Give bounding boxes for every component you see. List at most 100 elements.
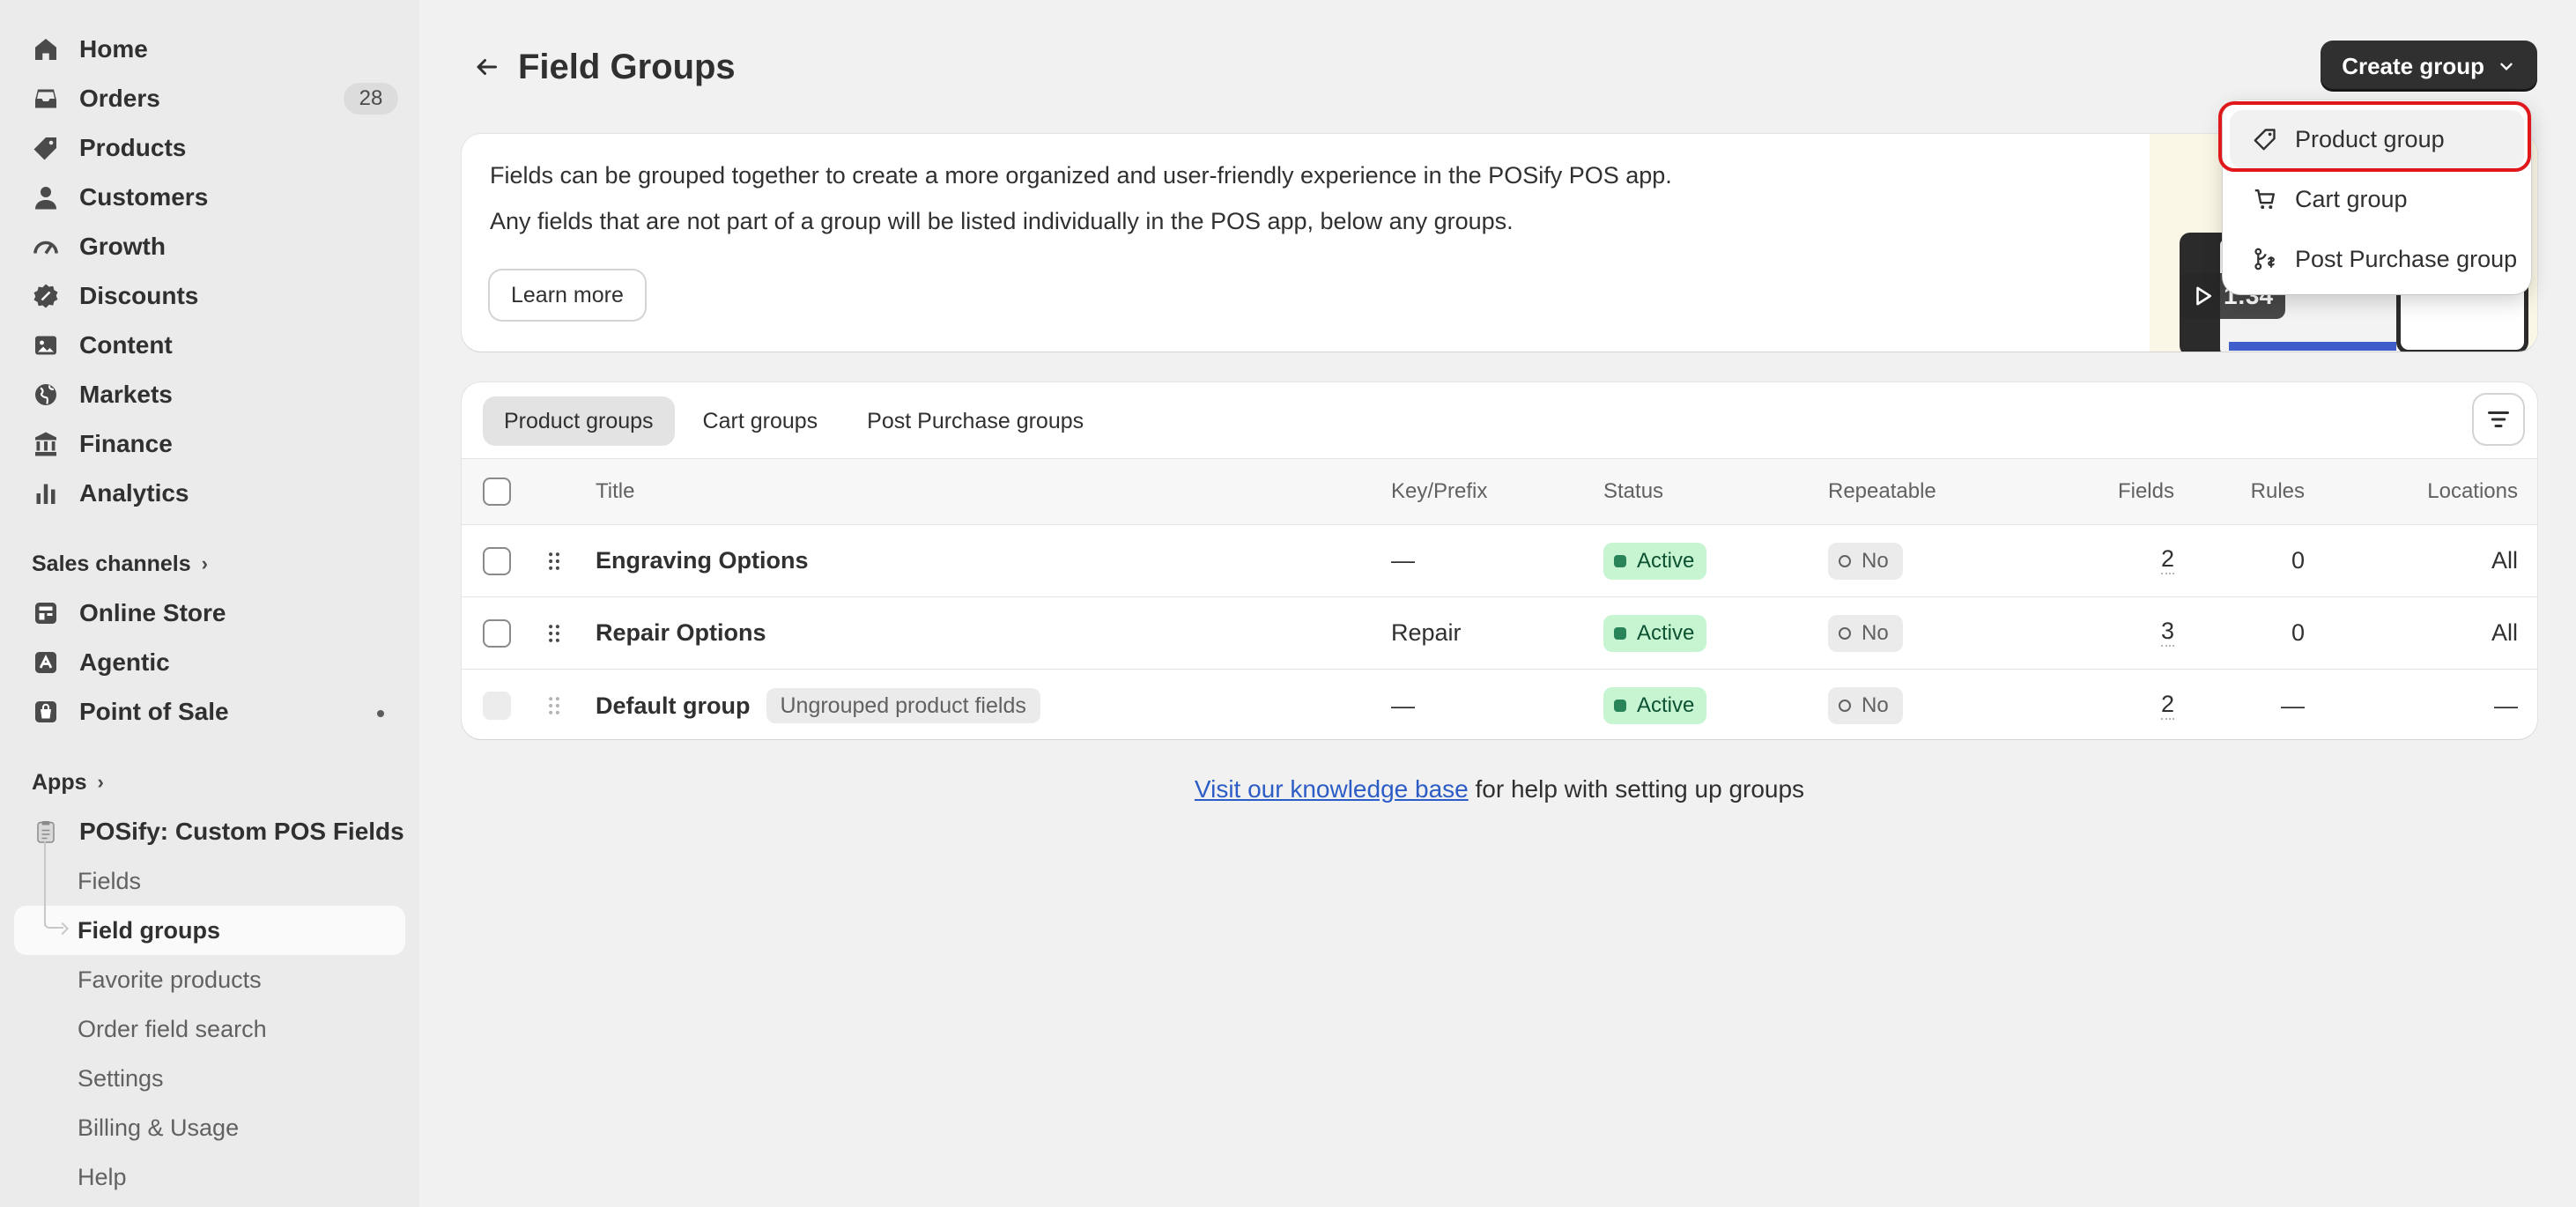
nav-label: Agentic [79, 648, 170, 676]
tab-product-groups[interactable]: Product groups [483, 396, 675, 446]
nav-label: Point of Sale [79, 698, 229, 725]
nav-orders[interactable]: Orders 28 [14, 74, 405, 123]
group-key: — [1391, 692, 1415, 719]
table-header: Title Key/Prefix Status Repeatable Field… [462, 458, 2537, 525]
repeatable-badge: No [1828, 687, 1903, 724]
nav-finance[interactable]: Finance [14, 419, 405, 469]
agentic-icon [32, 648, 60, 677]
group-title[interactable]: Engraving Options [596, 525, 809, 596]
tab-post-purchase-groups[interactable]: Post Purchase groups [846, 396, 1105, 446]
home-icon [32, 35, 60, 63]
drag-handle-icon[interactable] [543, 550, 566, 573]
app-item-fields[interactable]: Fields [14, 856, 405, 906]
drag-handle-icon [543, 694, 566, 717]
channel-agentic[interactable]: Agentic [14, 638, 405, 687]
nav-label: Growth [79, 233, 166, 260]
nav-label: Analytics [79, 479, 189, 507]
nav-growth[interactable]: Growth [14, 222, 405, 271]
chevron-right-icon: › [97, 771, 104, 793]
nav-label: Markets [79, 381, 173, 408]
page-title: Field Groups [518, 47, 736, 86]
nav-content[interactable]: Content [14, 321, 405, 370]
group-title[interactable]: Default group [596, 692, 751, 720]
row-checkbox[interactable] [483, 546, 511, 575]
person-icon [32, 183, 60, 211]
col-repeatable[interactable]: Repeatable [1828, 459, 1936, 524]
screen-bar [2229, 342, 2396, 351]
nav-label: Home [79, 35, 148, 63]
discount-icon [32, 282, 60, 310]
group-key: — [1391, 547, 1415, 574]
locations-value: — [2494, 692, 2518, 719]
groups-table-card: Product groups Cart groups Post Purchase… [462, 382, 2537, 739]
col-locations[interactable]: Locations [2329, 459, 2518, 524]
group-tabs: Product groups Cart groups Post Purchase… [483, 396, 1112, 446]
arrow-left-icon [477, 59, 497, 75]
tree-arrow [44, 916, 63, 929]
nav-markets[interactable]: Markets [14, 370, 405, 419]
status-badge: Active [1603, 687, 1707, 724]
nav-label: Content [79, 331, 173, 359]
channel-point-of-sale[interactable]: Point of Sale [14, 687, 405, 737]
row-checkbox [483, 692, 511, 720]
page-header: Field Groups [462, 39, 736, 95]
nav-customers[interactable]: Customers [14, 173, 405, 222]
nav-products[interactable]: Products [14, 123, 405, 173]
table-row[interactable]: Default group Ungrouped product fields —… [462, 670, 2537, 739]
app-item-billing[interactable]: Billing & Usage [14, 1103, 405, 1152]
locations-value: All [2491, 619, 2518, 646]
menu-item-post-purchase-group[interactable]: Post Purchase group [2230, 230, 2524, 288]
nav-discounts[interactable]: Discounts [14, 271, 405, 321]
nav-label: Orders [79, 85, 160, 112]
fields-count[interactable]: 2 [2160, 692, 2174, 720]
group-key: Repair [1391, 619, 1462, 646]
table-row[interactable]: Repair Options Repair Active No 3 0 All [462, 597, 2537, 670]
locations-value: All [2491, 547, 2518, 574]
group-title[interactable]: Repair Options [596, 597, 766, 669]
store-icon [32, 599, 60, 627]
gauge-icon [32, 233, 60, 261]
app-item-help[interactable]: Help [14, 1152, 405, 1202]
channel-online-store[interactable]: Online Store [14, 589, 405, 638]
select-all-checkbox[interactable] [483, 478, 511, 506]
nav-home[interactable]: Home [14, 25, 405, 74]
menu-item-cart-group[interactable]: Cart group [2230, 170, 2524, 228]
app-item-favorite-products[interactable]: Favorite products [14, 955, 405, 1004]
col-fields[interactable]: Fields [2047, 459, 2174, 524]
status-dot [377, 710, 384, 717]
status-badge: Active [1603, 542, 1707, 580]
inbox-icon [32, 85, 60, 113]
repeatable-badge: No [1828, 542, 1903, 580]
row-checkbox[interactable] [483, 618, 511, 648]
app-posify[interactable]: POSify: Custom POS Fields [14, 807, 405, 856]
status-badge: Active [1603, 614, 1707, 652]
bar-chart-icon [32, 479, 60, 507]
app-item-field-groups[interactable]: Field groups [14, 906, 405, 955]
apps-header[interactable]: Apps › [14, 758, 405, 807]
col-title[interactable]: Title [596, 459, 634, 524]
table-row[interactable]: Engraving Options — Active No 2 0 All [462, 525, 2537, 597]
rules-count: — [2281, 692, 2305, 719]
nav-analytics[interactable]: Analytics [14, 469, 405, 518]
knowledge-base-link[interactable]: Visit our knowledge base [1195, 775, 1469, 803]
app-item-order-field-search[interactable]: Order field search [14, 1004, 405, 1054]
col-status[interactable]: Status [1603, 459, 1663, 524]
ungrouped-tag: Ungrouped product fields [766, 688, 1040, 723]
fields-count[interactable]: 2 [2160, 547, 2174, 574]
sales-channels-header[interactable]: Sales channels › [14, 539, 405, 589]
tab-cart-groups[interactable]: Cart groups [682, 396, 840, 446]
create-group-button[interactable]: Create group [2321, 41, 2537, 92]
back-button[interactable] [462, 42, 511, 92]
col-rules[interactable]: Rules [2188, 459, 2305, 524]
learn-more-button[interactable]: Learn more [490, 270, 645, 320]
play-icon [2196, 286, 2212, 306]
col-key-prefix[interactable]: Key/Prefix [1391, 459, 1487, 524]
info-text-2: Any fields that are not part of a group … [490, 208, 1514, 234]
app-item-settings[interactable]: Settings [14, 1054, 405, 1103]
drag-handle-icon[interactable] [543, 622, 566, 645]
globe-icon [32, 381, 60, 409]
filter-sort-button[interactable] [2474, 395, 2523, 444]
highlight-outline [2218, 101, 2531, 172]
fields-count[interactable]: 3 [2160, 619, 2174, 647]
tree-line [44, 841, 46, 926]
